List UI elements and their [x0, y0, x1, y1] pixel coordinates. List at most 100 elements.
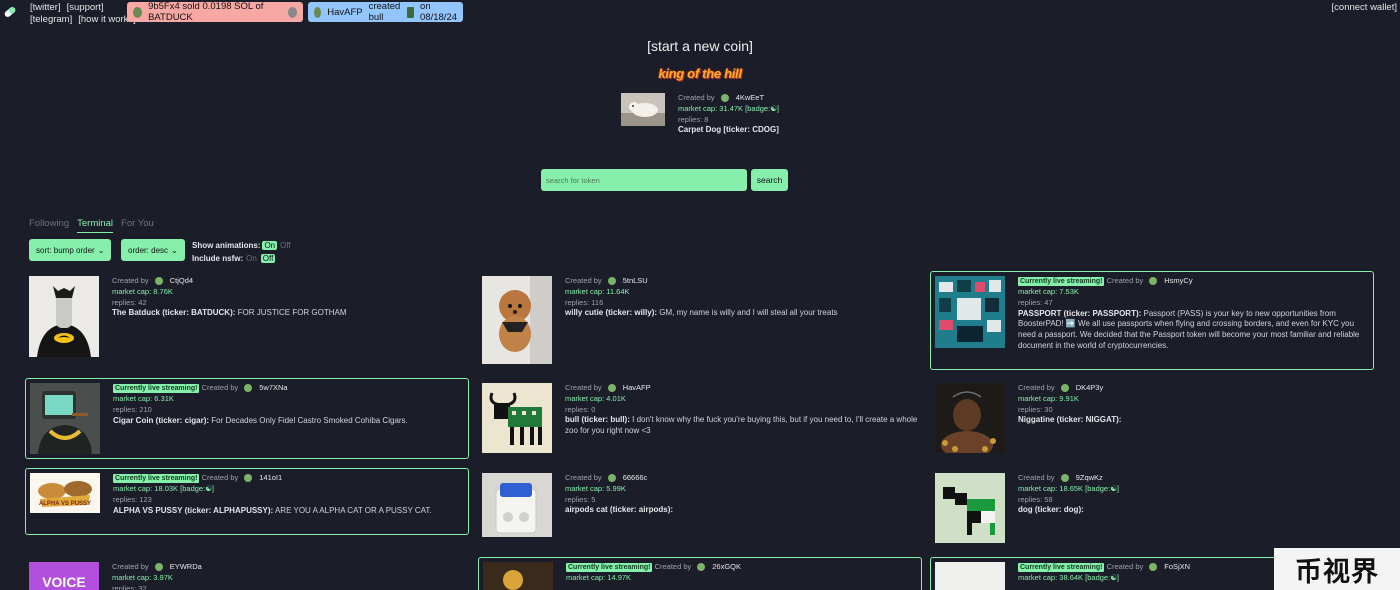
creator-name[interactable]: HsmyCy — [1164, 276, 1192, 287]
created-by-label: Created by — [654, 562, 692, 571]
ticker-create-user: HavAFP — [327, 6, 363, 18]
animations-off-toggle[interactable]: Off — [280, 241, 291, 250]
connect-wallet-button[interactable]: [connect wallet] — [1332, 2, 1397, 13]
creator-name[interactable]: 26xGQK — [712, 562, 741, 573]
replies-value: 123 — [139, 494, 152, 504]
nsfw-off-toggle[interactable]: Off — [260, 254, 276, 263]
telegram-link[interactable]: [telegram] — [30, 14, 72, 25]
created-by-label: Created by — [201, 383, 239, 392]
coin-description: FOR JUSTICE FOR GOTHAM — [237, 308, 347, 318]
badge-label: [badge: — [1085, 483, 1111, 493]
coin-name: PASSPORT (ticker: PASSPORT): — [1018, 308, 1142, 318]
replies-value: 42 — [138, 297, 147, 307]
support-link[interactable]: [support] — [67, 2, 104, 13]
search-button[interactable]: search — [751, 169, 788, 191]
user-avatar-icon — [697, 563, 706, 572]
header-links: [twitter] [support] [telegram] [how it wor… — [30, 2, 142, 26]
coin-card-live[interactable]: Currently live streaming! Created by Hsmy… — [930, 271, 1374, 370]
created-by-label: Created by — [1106, 276, 1144, 285]
nsfw-on-toggle[interactable]: On — [246, 254, 257, 263]
creator-name[interactable]: 9ZqwKz — [1076, 473, 1103, 484]
start-new-coin-link[interactable]: [start a new coin] — [0, 38, 1400, 54]
coin-name: Cigar Coin (ticker: cigar): — [113, 415, 210, 425]
coin-image — [482, 473, 552, 537]
replies-label: replies: — [112, 297, 137, 307]
market-cap-label: market cap: — [113, 394, 153, 403]
order-dropdown[interactable]: order: desc ⌄ — [121, 239, 185, 261]
display-toggles: Show animations: On Off Include nsfw: On Off — [192, 239, 291, 265]
pill-logo-icon[interactable] — [3, 5, 17, 19]
creator-name[interactable]: HavAFP — [623, 383, 651, 394]
coin-card-live[interactable]: ALPHA VS PUSSY Currently live streaming!… — [25, 468, 469, 535]
user-avatar-icon — [1060, 384, 1069, 393]
market-cap-label: market cap: — [112, 286, 152, 296]
created-by-label: Created by — [1018, 383, 1055, 392]
replies-label: replies: — [565, 297, 590, 307]
live-streaming-badge: Currently live streaming! — [1018, 277, 1105, 286]
market-cap-value: 9.91K — [1059, 393, 1079, 403]
user-avatar-icon — [720, 94, 729, 103]
user-avatar-icon — [154, 277, 163, 286]
coin-card-live[interactable]: Currently live streaming! Created by 26xG… — [478, 557, 922, 590]
coin-image: VOICE — [29, 562, 99, 590]
tab-for-you[interactable]: For You — [121, 218, 154, 233]
tab-following[interactable]: Following — [29, 218, 69, 233]
coin-name: ALPHA VS PUSSY (ticker: ALPHAPUSSY): — [113, 505, 274, 515]
badge-label: [badge: — [180, 484, 206, 493]
coin-card[interactable]: Created by 66666c market cap: 5.99K repli… — [482, 473, 673, 537]
coin-card[interactable]: Created by 9ZqwKz market cap: 18.65K [bad… — [935, 473, 1119, 543]
king-of-the-hill-card[interactable]: Created by 4KwEeT market cap: 31.47K [bad… — [621, 93, 779, 136]
market-cap-value: 18.03K — [154, 484, 179, 493]
user-avatar-icon — [314, 6, 322, 18]
feed-tabs: Following Terminal For You — [29, 218, 154, 233]
ticker-create[interactable]: HavAFP created bull on 08/18/24 — [308, 1, 463, 23]
ticker-create-date: on 08/18/24 — [420, 1, 458, 23]
creator-name[interactable]: 141oI1 — [259, 473, 282, 484]
creator-name[interactable]: 5w7XNa — [259, 383, 287, 394]
created-by-label: Created by — [565, 276, 602, 285]
coin-card[interactable]: Created by DK4P3y market cap: 9.91K repli… — [935, 383, 1121, 453]
replies-label: replies: — [113, 494, 138, 504]
ticker-sell[interactable]: 9b5Fx4 sold 0.0198 SOL of BATDUCK — [127, 1, 303, 23]
tab-terminal[interactable]: Terminal — [77, 218, 114, 233]
creator-name[interactable]: 66666c — [623, 473, 648, 484]
market-cap-label: market cap: — [678, 103, 718, 113]
include-nsfw-label: Include nsfw: — [192, 254, 244, 263]
coin-image: ALPHA VS PUSSY — [30, 473, 100, 513]
coin-card[interactable]: VOICE Created by EYWRDa market cap: 3.97K… — [29, 562, 202, 590]
coin-card[interactable]: Created by 5tnLSU market cap: 11.64K repl… — [482, 276, 838, 364]
badge-icon: ☯ — [1110, 573, 1117, 582]
coin-card[interactable]: Created by CtjQd4 market cap: 8.76K repli… — [29, 276, 347, 357]
user-avatar-icon — [607, 277, 616, 286]
user-avatar-icon — [1149, 277, 1158, 286]
coin-card-live[interactable]: Currently live streaming! Created by 5w7X… — [25, 378, 469, 459]
creator-name[interactable]: EYWRDa — [170, 562, 202, 573]
user-avatar-icon — [607, 384, 616, 393]
coin-card[interactable]: Created by HavAFP market cap: 4.01K repli… — [482, 383, 921, 453]
sort-label: sort: bump order — [36, 245, 95, 255]
twitter-link[interactable]: [twitter] — [30, 2, 61, 13]
replies-value: 0 — [591, 404, 596, 414]
replies-label: replies: — [1018, 404, 1043, 414]
market-cap-label: market cap: — [565, 393, 605, 403]
replies-label: replies: — [1018, 494, 1043, 504]
sort-dropdown[interactable]: sort: bump order ⌄ — [29, 239, 112, 261]
replies-value: 47 — [1044, 297, 1053, 307]
coin-image — [29, 276, 99, 357]
animations-on-toggle[interactable]: On — [262, 241, 278, 250]
created-by-label: Created by — [678, 93, 715, 102]
replies-value: 30 — [1044, 404, 1053, 414]
market-cap-value: 6.31K — [154, 394, 174, 403]
creator-name[interactable]: FoSjXN — [1164, 562, 1190, 573]
badge-label: [badge: — [745, 103, 771, 113]
coin-description: For Decades Only Fidel Castro Smoked Coh… — [211, 415, 408, 425]
creator-name[interactable]: CtjQd4 — [170, 276, 193, 287]
creator-name[interactable]: 5tnLSU — [623, 276, 648, 287]
market-cap-label: market cap: — [566, 573, 606, 582]
creator-name[interactable]: 4KwEeT — [736, 93, 764, 104]
coin-name: willy cutie (ticker: willy): — [565, 308, 658, 318]
show-animations-label: Show animations: — [192, 241, 261, 250]
search-input[interactable] — [541, 169, 747, 191]
replies-label: replies: — [565, 494, 590, 504]
creator-name[interactable]: DK4P3y — [1076, 383, 1104, 394]
